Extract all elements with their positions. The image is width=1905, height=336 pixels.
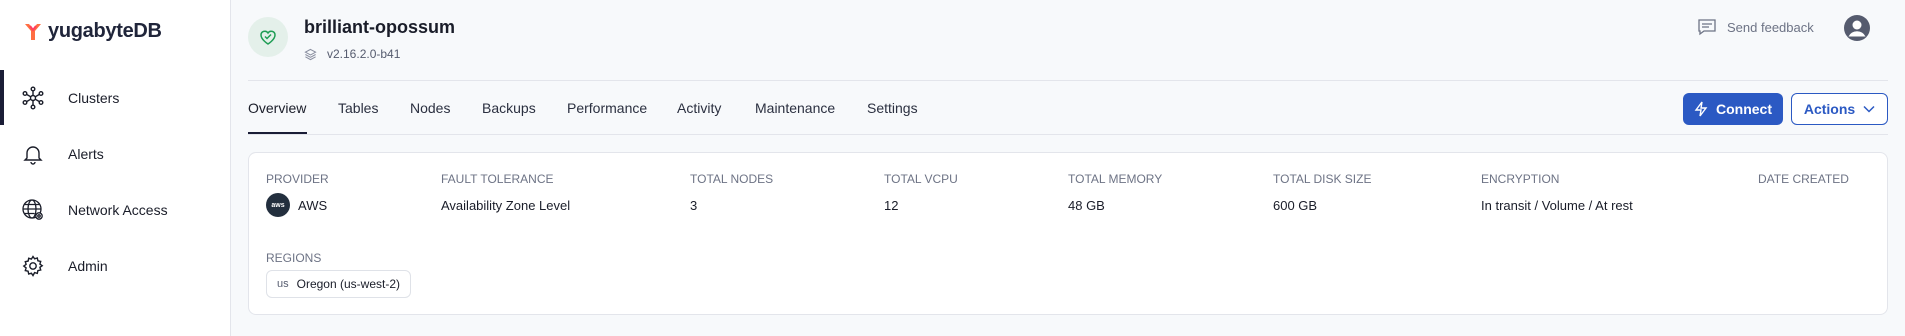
yugabyte-logo-icon bbox=[25, 23, 41, 40]
total-nodes-value: 3 bbox=[690, 198, 698, 213]
tab-activity[interactable]: Activity bbox=[677, 100, 721, 116]
connect-label: Connect bbox=[1716, 101, 1772, 117]
sidebar-item-network-access[interactable]: Network Access bbox=[0, 184, 230, 236]
sidebar: yugabyteDB Clusters Alerts Network Acces… bbox=[0, 0, 231, 336]
cluster-overview-card: PROVIDER aws AWS FAULT TOLERANCE Availab… bbox=[248, 152, 1888, 315]
sidebar-item-label: Clusters bbox=[68, 90, 120, 106]
bell-icon bbox=[20, 141, 46, 167]
feedback-icon bbox=[1698, 19, 1716, 36]
tab-settings[interactable]: Settings bbox=[867, 100, 918, 116]
provider-value: AWS bbox=[298, 198, 328, 213]
total-memory-value: 48 GB bbox=[1068, 198, 1105, 213]
chevron-down-icon bbox=[1863, 105, 1875, 113]
tab-maintenance[interactable]: Maintenance bbox=[755, 100, 835, 116]
main-content: brilliant-opossum v2.16.2.0-b41 Send fee… bbox=[231, 0, 1905, 336]
encryption-header: ENCRYPTION bbox=[1481, 172, 1560, 186]
region-chip: us Oregon (us-west-2) bbox=[266, 270, 411, 298]
aws-icon: aws bbox=[266, 193, 290, 217]
header-divider bbox=[248, 80, 1888, 81]
send-feedback-button[interactable]: Send feedback bbox=[1697, 18, 1814, 36]
logo[interactable]: yugabyteDB bbox=[22, 20, 162, 43]
tab-nodes[interactable]: Nodes bbox=[410, 100, 450, 116]
regions-header: REGIONS bbox=[266, 251, 322, 265]
total-disk-value: 600 GB bbox=[1273, 198, 1318, 213]
fault-tolerance-value: Availability Zone Level bbox=[441, 198, 571, 213]
clusters-icon bbox=[20, 85, 46, 111]
sidebar-item-admin[interactable]: Admin bbox=[0, 240, 230, 292]
date-created-header: DATE CREATED bbox=[1758, 172, 1849, 186]
total-nodes-header: TOTAL NODES bbox=[690, 172, 774, 186]
sidebar-item-label: Alerts bbox=[68, 146, 104, 162]
sidebar-item-clusters[interactable]: Clusters bbox=[0, 72, 230, 124]
globe-network-icon bbox=[20, 197, 46, 223]
tab-overview[interactable]: Overview bbox=[248, 100, 306, 116]
gear-icon bbox=[20, 253, 46, 279]
user-avatar-icon[interactable] bbox=[1843, 14, 1871, 42]
connect-button[interactable]: Connect bbox=[1683, 93, 1783, 125]
total-memory-header: TOTAL MEMORY bbox=[1068, 172, 1163, 186]
cluster-status-indicator bbox=[248, 17, 288, 57]
tab-backups[interactable]: Backups bbox=[482, 100, 536, 116]
sidebar-item-alerts[interactable]: Alerts bbox=[0, 128, 230, 180]
layers-icon bbox=[304, 48, 317, 60]
total-vcpu-value: 12 bbox=[884, 198, 899, 213]
encryption-value: In transit / Volume / At rest bbox=[1481, 198, 1633, 213]
actions-dropdown-button[interactable]: Actions bbox=[1791, 93, 1888, 125]
tabs-divider bbox=[248, 134, 1888, 135]
region-country-code: us bbox=[277, 278, 289, 290]
provider-header: PROVIDER bbox=[266, 172, 329, 186]
actions-label: Actions bbox=[1803, 101, 1856, 117]
tab-tables[interactable]: Tables bbox=[338, 100, 378, 116]
sidebar-item-label: Admin bbox=[68, 258, 108, 274]
fault-tolerance-header: FAULT TOLERANCE bbox=[441, 172, 554, 186]
tab-performance[interactable]: Performance bbox=[567, 100, 647, 116]
send-feedback-label: Send feedback bbox=[1727, 19, 1814, 35]
total-disk-header: TOTAL DISK SIZE bbox=[1273, 172, 1372, 186]
sidebar-item-label: Network Access bbox=[68, 202, 168, 218]
cluster-name: brilliant-opossum bbox=[304, 17, 456, 37]
region-name: Oregon (us-west-2) bbox=[296, 277, 400, 291]
heart-check-icon bbox=[260, 30, 276, 45]
cluster-version: v2.16.2.0-b41 bbox=[327, 47, 401, 61]
total-vcpu-header: TOTAL vCPU bbox=[884, 172, 958, 186]
logo-text: yugabyteDB bbox=[48, 20, 162, 42]
version-row: v2.16.2.0-b41 bbox=[304, 47, 400, 61]
lightning-icon bbox=[1694, 101, 1708, 117]
